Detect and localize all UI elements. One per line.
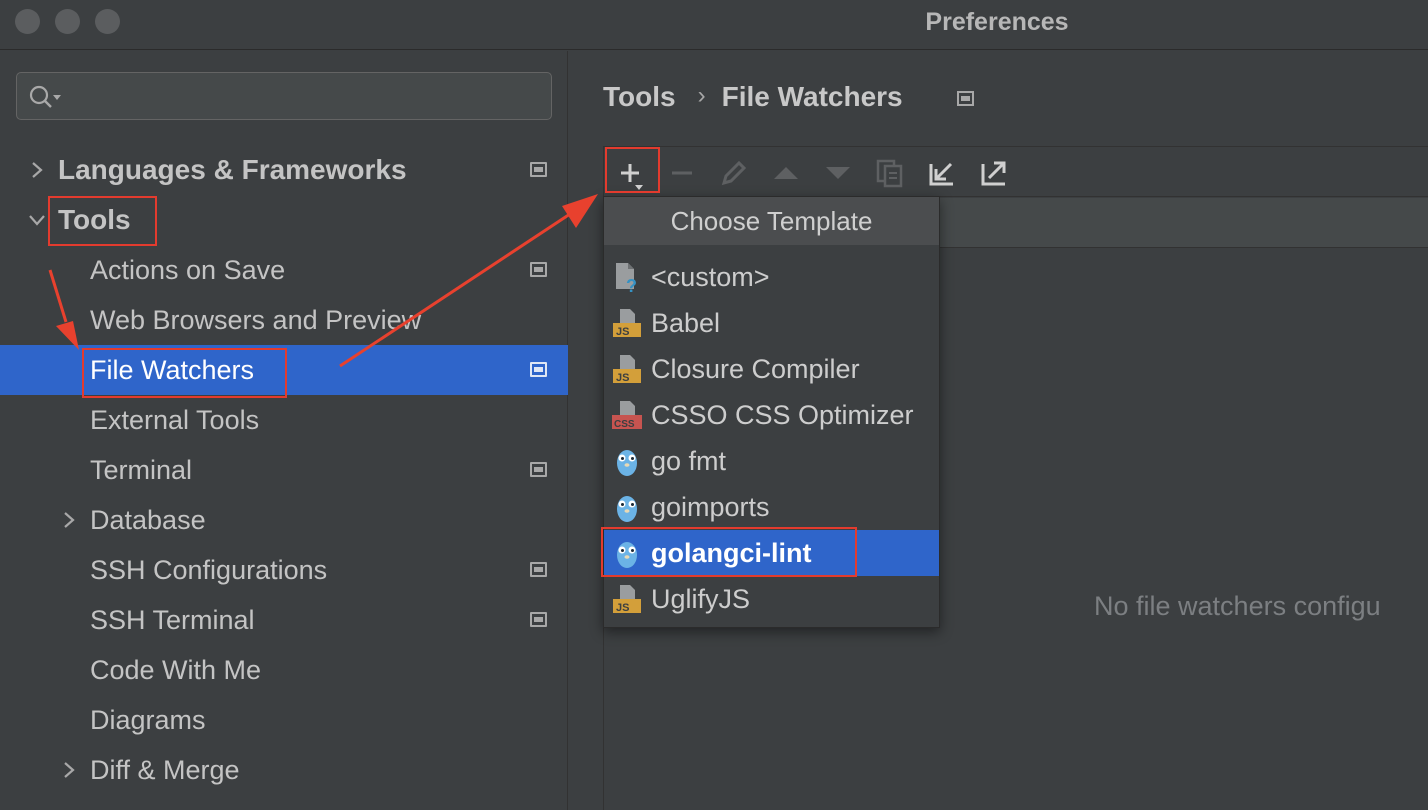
template-label: goimports xyxy=(651,492,770,522)
chevron-down-icon[interactable] xyxy=(26,209,48,231)
breadcrumb-separator: › xyxy=(697,82,706,109)
add-icon[interactable] xyxy=(612,155,648,191)
svg-text:JS: JS xyxy=(616,326,629,338)
tree-item-external-tools[interactable]: External Tools xyxy=(0,395,568,445)
edit-icon[interactable] xyxy=(716,155,752,191)
template-label: UglifyJS xyxy=(651,584,751,614)
popup-title: Choose Template xyxy=(604,197,939,245)
tree-item-label: External Tools xyxy=(90,405,260,435)
tree-item-label: Terminal xyxy=(90,455,193,485)
tree-item-label: Web Browsers and Preview xyxy=(90,305,422,335)
tree-item-label: Languages & Frameworks xyxy=(58,154,407,185)
tree-item-label: File Watchers xyxy=(90,355,255,385)
tree-item-tools[interactable]: Tools xyxy=(0,195,568,245)
js-file-icon: JS xyxy=(613,355,641,384)
tree-item-code-with-me[interactable]: Code With Me xyxy=(0,645,568,695)
tree-item-ssh-terminal[interactable]: SSH Terminal xyxy=(0,595,568,645)
tree-item-ssh-configurations[interactable]: SSH Configurations xyxy=(0,545,568,595)
custom-file-icon: ? xyxy=(616,263,637,293)
chevron-right-icon[interactable] xyxy=(26,159,48,181)
template-item-closure-compiler[interactable]: JS Closure Compiler xyxy=(604,346,939,392)
tree-item-label: Actions on Save xyxy=(90,255,286,285)
breadcrumb: Tools › File Watchers xyxy=(603,81,903,117)
project-level-icon xyxy=(957,91,974,106)
breadcrumb-parent[interactable]: Tools xyxy=(603,81,676,112)
copy-icon[interactable] xyxy=(872,155,908,191)
project-level-icon xyxy=(530,612,547,627)
project-level-icon xyxy=(530,462,547,477)
tree-item-label: SSH Terminal xyxy=(90,605,255,635)
search-icon xyxy=(29,85,61,108)
tree-item-label: Code With Me xyxy=(90,655,262,685)
title-bar: Preferences xyxy=(0,0,1428,50)
watchers-toolbar xyxy=(604,147,1428,197)
template-label: <custom> xyxy=(651,262,770,292)
empty-state-text: No file watchers configu xyxy=(1094,591,1381,621)
template-label: CSSO CSS Optimizer xyxy=(651,400,914,430)
template-item-custom[interactable]: ? <custom> xyxy=(604,254,939,300)
remove-icon[interactable] xyxy=(664,155,700,191)
project-level-icon xyxy=(530,562,547,577)
move-down-icon[interactable] xyxy=(820,155,856,191)
tree-item-database[interactable]: Database xyxy=(0,495,568,545)
page-title: File Watchers xyxy=(721,81,903,112)
js-file-icon: JS xyxy=(613,585,641,614)
tree-item-terminal[interactable]: Terminal xyxy=(0,445,568,495)
template-item-babel[interactable]: JS Babel xyxy=(604,300,939,346)
project-level-icon xyxy=(530,162,547,177)
tree-item-languages-frameworks[interactable]: Languages & Frameworks xyxy=(0,145,568,195)
template-label: Babel xyxy=(651,308,721,338)
import-icon[interactable] xyxy=(924,155,960,191)
tree-item-file-watchers[interactable]: File Watchers xyxy=(0,345,568,395)
template-label: go fmt xyxy=(651,446,727,476)
svg-text:JS: JS xyxy=(616,602,629,614)
template-label: golangci-lint xyxy=(651,538,812,568)
project-level-icon xyxy=(530,362,547,377)
svg-text:?: ? xyxy=(626,276,637,293)
window-title: Preferences xyxy=(925,8,1069,36)
gopher-icon xyxy=(617,542,637,568)
choose-template-popup: Choose Template ? <custom> JS Babel JS C… xyxy=(603,196,940,628)
search-input[interactable] xyxy=(16,72,552,120)
js-file-icon: JS xyxy=(613,309,641,338)
tree-item-label: Diff & Merge xyxy=(90,755,240,785)
template-item-go-fmt[interactable]: go fmt xyxy=(604,438,939,484)
tree-item-actions-on-save[interactable]: Actions on Save xyxy=(0,245,568,295)
chevron-right-icon[interactable] xyxy=(58,509,80,531)
chevron-right-icon[interactable] xyxy=(58,759,80,781)
gopher-icon xyxy=(617,450,637,476)
template-item-uglifyjs[interactable]: JS UglifyJS xyxy=(604,576,939,622)
tree-item-web-browsers[interactable]: Web Browsers and Preview xyxy=(0,295,568,345)
template-item-csso[interactable]: CSS CSSO CSS Optimizer xyxy=(604,392,939,438)
tree-item-label: Database xyxy=(90,505,206,535)
tree-item-label: Diagrams xyxy=(90,705,206,735)
tree-item-diff-merge[interactable]: Diff & Merge xyxy=(0,745,568,795)
template-label: Closure Compiler xyxy=(651,354,860,384)
tree-item-label: SSH Configurations xyxy=(90,555,328,585)
tree-item-label: Tools xyxy=(58,204,131,235)
gopher-icon xyxy=(617,496,637,522)
template-item-golangci-lint[interactable]: golangci-lint xyxy=(604,530,939,576)
project-level-icon xyxy=(530,262,547,277)
svg-text:JS: JS xyxy=(616,372,629,384)
export-icon[interactable] xyxy=(976,155,1012,191)
tree-item-diagrams[interactable]: Diagrams xyxy=(0,695,568,745)
move-up-icon[interactable] xyxy=(768,155,804,191)
svg-text:CSS: CSS xyxy=(614,419,635,430)
css-file-icon: CSS xyxy=(612,401,642,430)
settings-sidebar: Languages & Frameworks Tools Actions on … xyxy=(0,51,568,810)
template-item-goimports[interactable]: goimports xyxy=(604,484,939,530)
